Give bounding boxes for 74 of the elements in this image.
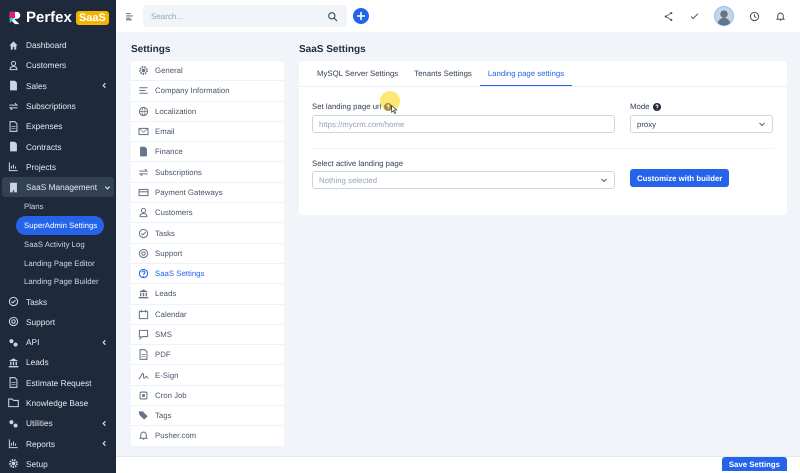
clock-icon[interactable] — [749, 10, 760, 22]
document-icon — [138, 349, 149, 360]
sidebar-item[interactable]: Estimate Request — [0, 372, 116, 393]
tags-icon — [138, 410, 149, 422]
sidebar-item[interactable]: Knowledge Base — [0, 392, 116, 414]
document-icon — [8, 80, 19, 92]
search-field[interactable]: Search... — [143, 5, 347, 27]
logo-icon — [8, 10, 22, 26]
sidebar-item[interactable]: Customers — [0, 55, 116, 76]
brand-name: Perfex — [26, 9, 72, 26]
globe-icon — [138, 106, 149, 117]
chevron-down-icon — [600, 176, 608, 184]
bank-icon — [138, 288, 149, 300]
lines-icon — [138, 85, 149, 96]
sidebar-item[interactable]: Dashboard — [0, 35, 116, 56]
person-icon — [8, 60, 19, 71]
sidebar-item[interactable]: Contracts — [0, 136, 116, 157]
share-icon[interactable] — [663, 10, 674, 22]
gear-icon — [8, 458, 19, 470]
calendar-icon — [138, 308, 149, 320]
chip-icon — [138, 390, 149, 401]
question-circle-icon — [138, 268, 149, 280]
bell-icon[interactable] — [775, 10, 786, 22]
help-icon — [384, 102, 392, 110]
sidebar-item[interactable]: Reports — [0, 433, 116, 454]
menu-icon[interactable] — [125, 12, 134, 20]
sidebar-item[interactable]: SaaS Management — [2, 177, 114, 198]
sidebar-item[interactable]: Utilities — [0, 413, 116, 434]
chart-icon — [8, 161, 19, 172]
document-icon — [8, 120, 19, 132]
chevron-down-icon — [758, 120, 766, 128]
document-icon — [8, 377, 19, 388]
cursor-icon — [390, 104, 400, 115]
chart-icon — [8, 438, 19, 450]
building-icon — [8, 182, 19, 193]
sidebar-item[interactable]: Support — [0, 312, 116, 332]
search-icon — [327, 10, 338, 22]
envelope-icon — [138, 126, 149, 138]
gear-icon — [138, 65, 149, 76]
sidebar-item[interactable]: Sales — [0, 76, 116, 96]
section-title: Settings — [131, 43, 172, 56]
chevron-left-icon — [101, 420, 108, 427]
sidebar-item[interactable]: Setup — [0, 454, 116, 473]
lifebuoy-icon — [138, 248, 149, 259]
help-icon — [652, 102, 661, 110]
sidebar-item[interactable]: Subscriptions — [0, 96, 116, 116]
avatar-icon[interactable] — [714, 6, 734, 26]
lifebuoy-icon — [8, 316, 19, 328]
folder-icon — [8, 397, 19, 408]
check-icon[interactable] — [689, 10, 700, 22]
section-title: SaaS Settings — [299, 43, 367, 56]
arrows-icon — [138, 166, 149, 178]
document-icon — [138, 146, 149, 158]
arrows-icon — [8, 100, 19, 112]
chevron-left-icon — [101, 82, 108, 90]
chevron-down-icon — [104, 184, 112, 191]
bank-icon — [8, 356, 19, 368]
chevron-left-icon — [101, 338, 108, 346]
check-circle-icon — [138, 228, 149, 239]
plus-icon[interactable] — [353, 8, 369, 24]
document-icon — [8, 141, 19, 152]
person-icon — [138, 207, 149, 218]
bell-icon — [138, 430, 149, 442]
sidebar-item[interactable]: API — [0, 332, 116, 352]
card-icon — [138, 186, 149, 198]
check-circle-icon — [8, 296, 19, 307]
sidebar-item[interactable]: Leads — [0, 352, 116, 373]
brand-badge: SaaS — [76, 10, 109, 24]
sidebar-item[interactable]: Expenses — [0, 116, 116, 136]
sidebar-item[interactable]: Tasks — [0, 291, 116, 312]
chat-icon — [138, 329, 149, 340]
sidebar-item[interactable]: Projects — [0, 156, 116, 178]
chevron-left-icon — [101, 440, 108, 448]
home-icon — [8, 40, 19, 51]
